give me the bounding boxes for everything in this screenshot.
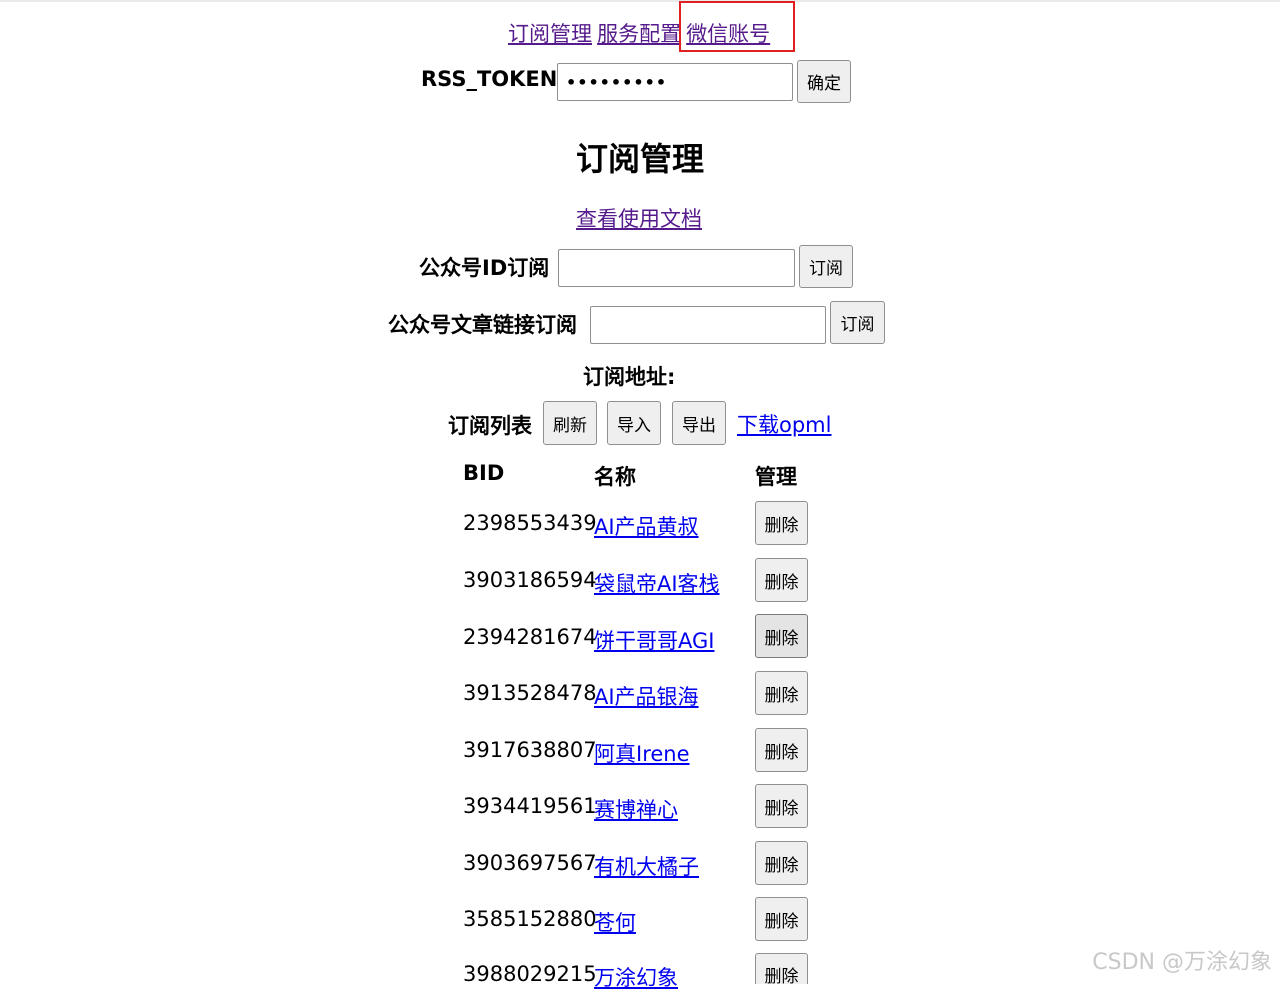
delete-button[interactable]: 删除 <box>755 953 808 987</box>
id-subscribe-button[interactable]: 订阅 <box>799 245 853 288</box>
watermark: CSDN @万涂幻象 <box>1092 950 1272 975</box>
row-name-link[interactable]: 有机大橘子 <box>594 851 699 881</box>
top-border <box>0 0 1280 2</box>
column-header-name: 名称 <box>594 465 636 489</box>
row-bid: 3903697567 <box>463 851 597 875</box>
row-bid: 2394281674 <box>463 625 597 649</box>
delete-button[interactable]: 删除 <box>755 671 808 715</box>
export-button[interactable]: 导出 <box>672 401 726 445</box>
confirm-button[interactable]: 确定 <box>797 60 851 103</box>
row-name-link[interactable]: 苍何 <box>594 907 636 937</box>
link-subscribe-button[interactable]: 订阅 <box>830 301 885 344</box>
subscription-list-label: 订阅列表 <box>448 414 532 438</box>
delete-button[interactable]: 删除 <box>755 784 808 828</box>
id-subscribe-input[interactable] <box>558 249 795 287</box>
link-subscribe-label: 公众号文章链接订阅 <box>388 313 577 337</box>
download-opml-link[interactable]: 下载opml <box>737 409 831 439</box>
row-name-link[interactable]: 袋鼠帝AI客栈 <box>594 568 720 598</box>
column-header-bid: BID <box>463 461 505 485</box>
link-subscribe-input[interactable] <box>590 306 826 344</box>
row-name-link[interactable]: 赛博禅心 <box>594 794 678 824</box>
token-input[interactable] <box>557 63 793 101</box>
row-bid: 3934419561 <box>463 794 597 818</box>
delete-button[interactable]: 删除 <box>755 558 808 602</box>
row-bid: 3917638807 <box>463 738 597 762</box>
delete-button[interactable]: 删除 <box>755 614 808 658</box>
highlight-box <box>679 1 795 52</box>
token-label: RSS_TOKEN <box>421 67 558 91</box>
column-header-manage: 管理 <box>755 465 797 489</box>
row-name-link[interactable]: 饼干哥哥AGI <box>594 625 714 655</box>
nav-subscription-management[interactable]: 订阅管理 <box>508 22 592 46</box>
row-bid: 3913528478 <box>463 681 597 705</box>
delete-button[interactable]: 删除 <box>755 728 808 772</box>
row-bid: 3988029215 <box>463 962 597 986</box>
docs-link[interactable]: 查看使用文档 <box>576 203 702 233</box>
delete-button[interactable]: 删除 <box>755 501 808 545</box>
row-bid: 3903186594 <box>463 568 597 592</box>
row-name-link[interactable]: 万涂幻象 <box>594 962 678 992</box>
page-title: 订阅管理 <box>576 140 705 178</box>
nav-service-config[interactable]: 服务配置 <box>597 22 681 46</box>
delete-button[interactable]: 删除 <box>755 897 808 941</box>
row-bid: 3585152880 <box>463 907 597 931</box>
row-bid: 2398553439 <box>463 511 597 535</box>
row-name-link[interactable]: AI产品黄叔 <box>594 511 699 541</box>
row-name-link[interactable]: AI产品银海 <box>594 681 699 711</box>
import-button[interactable]: 导入 <box>607 401 661 445</box>
delete-button[interactable]: 删除 <box>755 841 808 885</box>
id-subscribe-label: 公众号ID订阅 <box>419 256 550 280</box>
subscription-address-label: 订阅地址: <box>583 365 676 389</box>
refresh-button[interactable]: 刷新 <box>543 401 597 445</box>
row-name-link[interactable]: 阿真Irene <box>594 738 690 768</box>
